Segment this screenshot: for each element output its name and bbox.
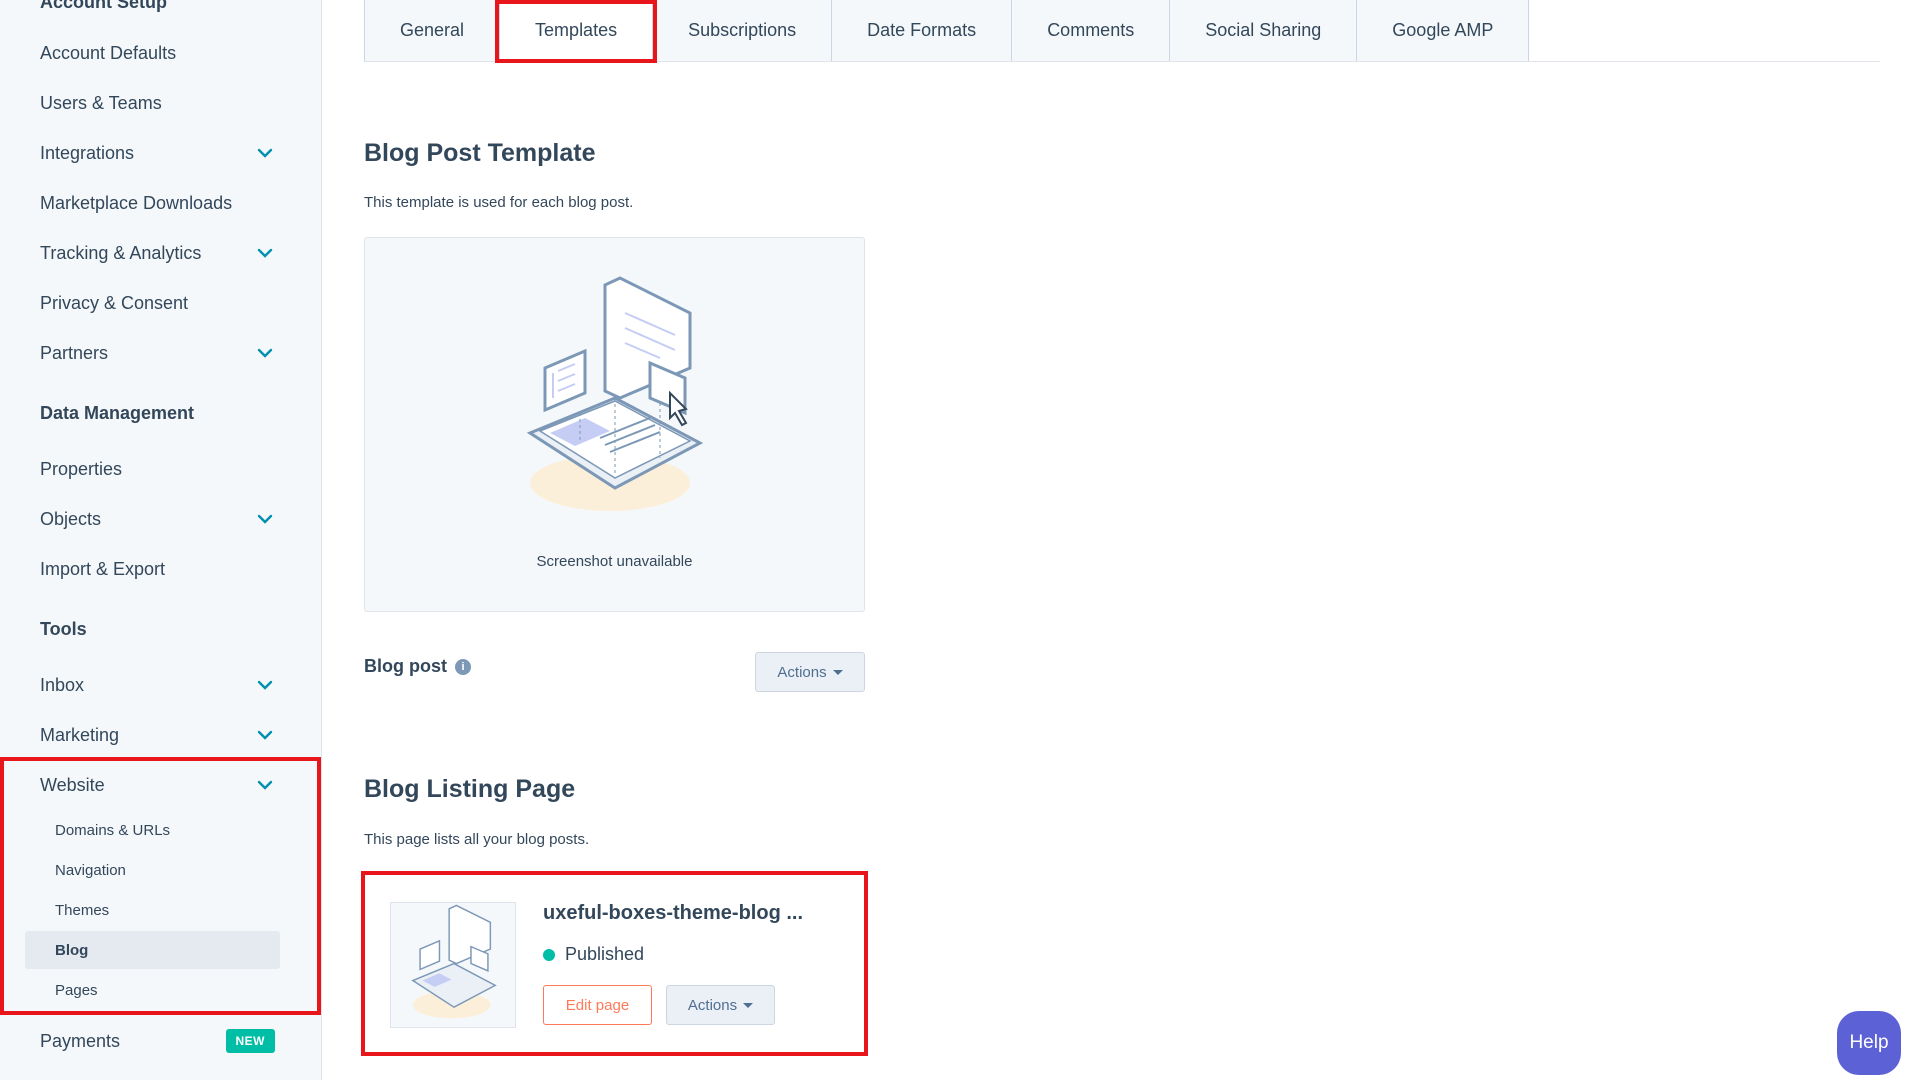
sidebar-item-marketing[interactable]: Marketing [40, 715, 275, 755]
sidebar-item-marketplace-downloads[interactable]: Marketplace Downloads [40, 183, 275, 223]
caret-down-icon [832, 669, 843, 675]
blog-post-actions-button[interactable]: Actions [755, 652, 865, 692]
chevron-down-icon[interactable] [255, 143, 275, 163]
sidebar-item-users-teams[interactable]: Users & Teams [40, 83, 275, 123]
tabs-divider [364, 61, 1880, 62]
sidebar-item-account-defaults[interactable]: Account Defaults [40, 33, 275, 73]
chevron-down-icon[interactable] [255, 775, 275, 795]
blog-listing-description: This page lists all your blog posts. [364, 831, 590, 848]
listing-actions-button[interactable]: Actions [666, 985, 775, 1025]
section-heading-data-management: Data Management [40, 403, 195, 423]
chevron-down-icon[interactable] [255, 343, 275, 363]
preview-caption: Screenshot unavailable [536, 553, 693, 570]
template-illustration-icon [526, 276, 704, 511]
sidebar-item-properties[interactable]: Properties [40, 449, 275, 489]
template-thumbnail-icon [411, 904, 497, 1019]
sidebar-subitem-blog[interactable]: Blog [25, 931, 280, 969]
section-heading-tools: Tools [40, 619, 87, 639]
blog-post-label: Blog post [364, 656, 447, 676]
tab-social-sharing[interactable]: Social Sharing [1170, 0, 1358, 61]
blog-listing-heading: Blog Listing Page [364, 775, 576, 803]
status-text: Published [565, 944, 645, 964]
status-indicator: Published [543, 944, 644, 965]
sidebar-item-objects[interactable]: Objects [40, 499, 275, 539]
sidebar-item-inbox[interactable]: Inbox [40, 665, 275, 705]
blog-post-template-description: This template is used for each blog post… [364, 194, 634, 211]
blog-post-template-heading: Blog Post Template [364, 139, 596, 167]
info-icon[interactable]: i [455, 658, 471, 675]
edit-page-button[interactable]: Edit page [543, 985, 652, 1025]
sidebar-item-import-export[interactable]: Import & Export [40, 549, 275, 589]
template-preview: Screenshot unavailable [364, 237, 865, 612]
tab-general[interactable]: General [365, 0, 501, 61]
listing-template-title[interactable]: uxeful-boxes-theme-blog ... [543, 902, 803, 925]
new-badge: NEW [225, 1029, 275, 1053]
sidebar-item-website[interactable]: Website [40, 765, 275, 805]
tab-date-formats[interactable]: Date Formats [832, 0, 1013, 61]
sidebar-item-integrations[interactable]: Integrations [40, 133, 275, 173]
help-button[interactable]: Help [1837, 1011, 1901, 1075]
status-dot-icon [543, 948, 555, 961]
tab-google-amp[interactable]: Google AMP [1357, 0, 1528, 61]
sidebar-item-tracking-analytics[interactable]: Tracking & Analytics [40, 233, 275, 273]
tab-subscriptions[interactable]: Subscriptions [653, 0, 833, 61]
settings-sidebar: Account Setup Account Defaults Users & T… [0, 0, 322, 1080]
sidebar-subitem-domains-urls[interactable]: Domains & URLs [25, 811, 280, 849]
sidebar-item-payments[interactable]: Payments NEW [40, 1021, 275, 1061]
section-heading-account-setup: Account Setup [40, 0, 168, 12]
sidebar-subitem-navigation[interactable]: Navigation [25, 851, 280, 889]
tab-comments[interactable]: Comments [1012, 0, 1171, 61]
chevron-down-icon[interactable] [255, 725, 275, 745]
blog-post-field: Blog post i [364, 656, 471, 677]
sidebar-subitem-themes[interactable]: Themes [25, 891, 280, 929]
settings-tabs: General Templates Subscriptions Date For… [364, 0, 1530, 62]
sidebar-subitem-pages[interactable]: Pages [25, 971, 280, 1009]
chevron-down-icon[interactable] [255, 243, 275, 263]
sidebar-item-privacy-consent[interactable]: Privacy & Consent [40, 283, 275, 323]
tab-templates[interactable]: Templates [500, 0, 654, 61]
chevron-down-icon[interactable] [255, 509, 275, 529]
listing-thumbnail [390, 902, 516, 1028]
chevron-down-icon[interactable] [255, 675, 275, 695]
blog-listing-card: uxeful-boxes-theme-blog ... Published Ed… [364, 874, 864, 1054]
sidebar-item-partners[interactable]: Partners [40, 333, 275, 373]
caret-down-icon [743, 1002, 754, 1008]
